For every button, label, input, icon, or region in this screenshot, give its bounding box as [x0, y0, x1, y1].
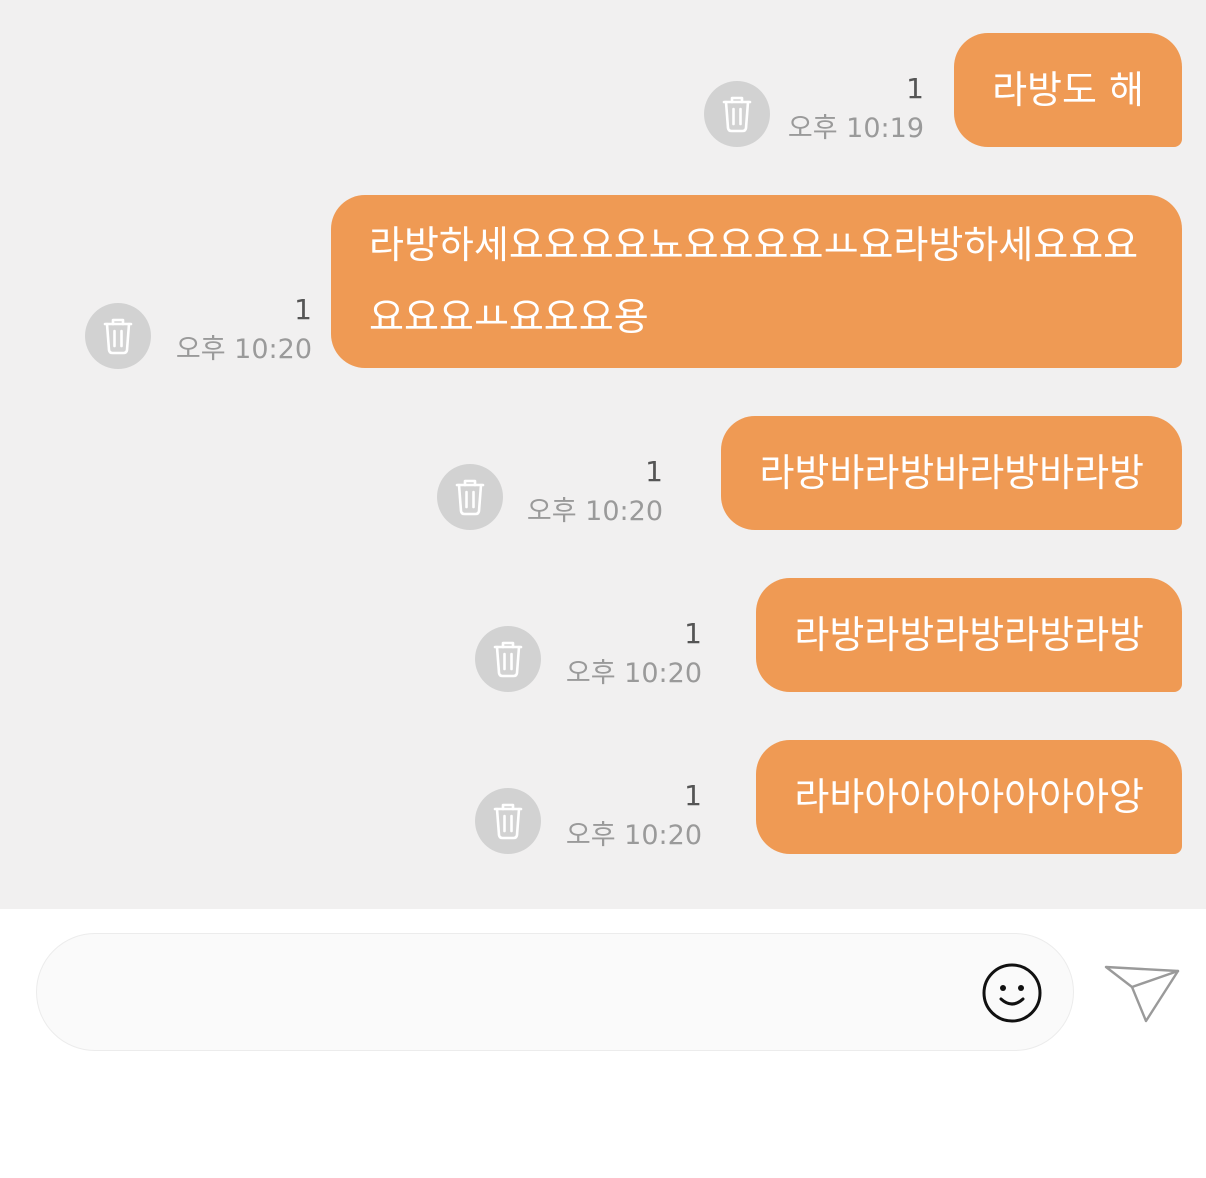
read-count: 1: [684, 617, 702, 650]
delete-message-button[interactable]: [437, 464, 503, 530]
smiley-icon: [982, 963, 1042, 1023]
trash-icon: [493, 641, 523, 678]
message-input[interactable]: [77, 954, 961, 1034]
message-item: 라방바라방바라방바라방 1 오후 10:20: [422, 416, 1182, 530]
emoji-button[interactable]: [979, 960, 1045, 1026]
message-bubble[interactable]: 라바아아아아아아아앙: [756, 740, 1182, 854]
delete-message-button[interactable]: [85, 303, 151, 369]
message-meta: 1 오후 10:20: [566, 618, 702, 690]
message-time: 오후 10:20: [526, 496, 663, 527]
read-count: 1: [684, 779, 702, 812]
composer-bar: [0, 909, 1206, 1178]
read-count: 1: [645, 455, 663, 488]
message-bubble[interactable]: 라방바라방바라방바라방: [721, 416, 1182, 530]
message-input-container[interactable]: [36, 933, 1074, 1051]
paper-plane-icon: [1104, 965, 1180, 1023]
trash-icon: [455, 479, 485, 516]
message-item: 라방라방라방라방라방 1 오후 10:20: [462, 578, 1182, 692]
message-bubble[interactable]: 라방도 해: [954, 33, 1182, 147]
chat-message-list[interactable]: 라방도 해 1 오후 10:19 라방하세요요요요뇨요요요요ㅛ요라방하세요요요요…: [0, 0, 1206, 909]
read-count: 1: [294, 293, 312, 326]
message-time: 오후 10:20: [565, 658, 702, 689]
delete-message-button[interactable]: [704, 81, 770, 147]
read-count: 1: [906, 72, 924, 105]
send-button[interactable]: [1102, 961, 1184, 1025]
message-time: 오후 10:20: [175, 334, 312, 365]
message-time: 오후 10:20: [565, 820, 702, 851]
trash-icon: [103, 318, 133, 355]
message-meta: 1 오후 10:19: [788, 73, 924, 145]
message-item: 라바아아아아아아아앙 1 오후 10:20: [462, 740, 1182, 854]
message-item: 라방도 해 1 오후 10:19: [702, 33, 1182, 147]
trash-icon: [722, 96, 752, 133]
message-item: 라방하세요요요요뇨요요요요ㅛ요라방하세요요요요요요ㅛ요요요용 1 오후 10:2…: [82, 195, 1182, 369]
delete-message-button[interactable]: [475, 626, 541, 692]
trash-icon: [493, 803, 523, 840]
message-bubble[interactable]: 라방라방라방라방라방: [756, 578, 1182, 692]
message-time: 오후 10:19: [787, 113, 924, 144]
message-meta: 1 오후 10:20: [527, 456, 663, 528]
delete-message-button[interactable]: [475, 788, 541, 854]
message-bubble[interactable]: 라방하세요요요요뇨요요요요ㅛ요라방하세요요요요요요ㅛ요요요용: [331, 195, 1182, 368]
message-meta: 1 오후 10:20: [176, 294, 312, 366]
message-meta: 1 오후 10:20: [566, 780, 702, 852]
